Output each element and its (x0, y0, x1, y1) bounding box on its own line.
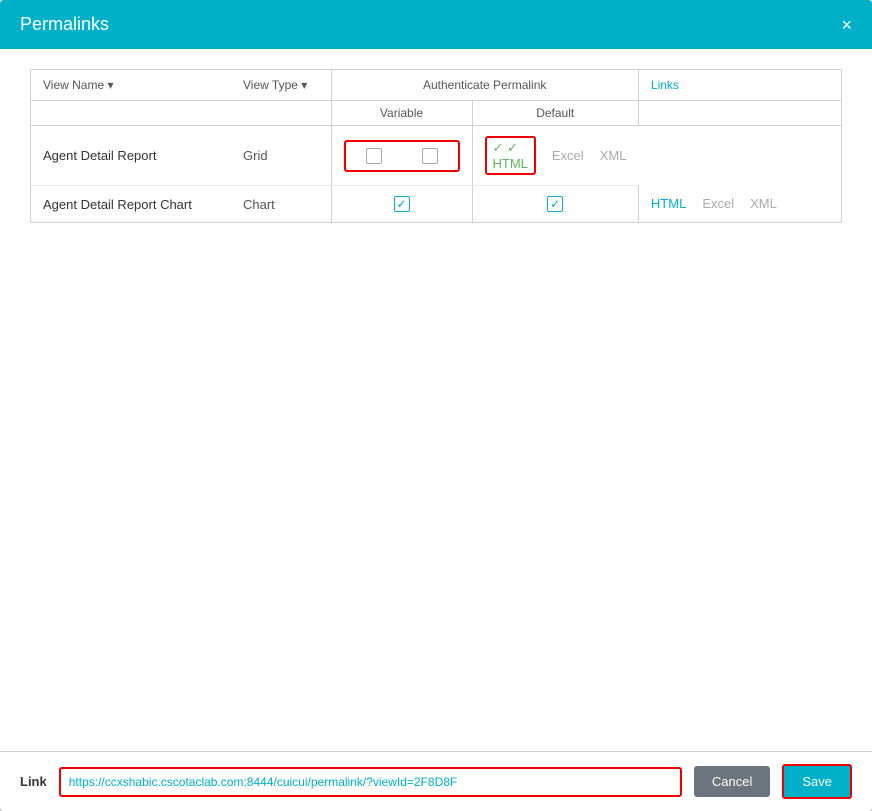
row2-default-cell: ✓ (472, 186, 638, 223)
col-header-variable: Variable (331, 101, 472, 126)
sort-icon: ▾ (301, 78, 307, 92)
col-header-view-name[interactable]: View Name ▾ (31, 70, 231, 101)
row2-excel-link[interactable]: Excel (702, 196, 734, 211)
col-header-default: Default (472, 101, 638, 126)
row1-links-cell: ✓ HTML Excel XML (472, 126, 638, 186)
link-input[interactable] (59, 767, 682, 797)
permalinks-table-container: View Name ▾ View Type ▾ Authenticate Per… (30, 69, 842, 223)
row1-excel-link[interactable]: Excel (552, 148, 584, 163)
row1-view-type: Grid (231, 126, 331, 186)
table-row: Agent Detail Report Chart Chart ✓ ✓ (31, 186, 841, 223)
row2-links-cell: HTML Excel XML (638, 186, 841, 223)
dialog-title: Permalinks (20, 14, 109, 35)
table-subheader-row: Variable Default (31, 101, 841, 126)
table-row: Agent Detail Report Grid (31, 126, 841, 186)
row1-variable-cell (331, 126, 472, 186)
row2-view-name: Agent Detail Report Chart (31, 186, 231, 223)
row1-html-highlight: ✓ HTML (485, 136, 536, 175)
permalinks-table: View Name ▾ View Type ▾ Authenticate Per… (31, 70, 841, 222)
dialog-header: Permalinks × (0, 0, 872, 49)
col-header-view-type[interactable]: View Type ▾ (231, 70, 331, 101)
cancel-button[interactable]: Cancel (694, 766, 770, 797)
save-button[interactable]: Save (782, 764, 852, 799)
row2-view-type: Chart (231, 186, 331, 223)
row2-xml-link[interactable]: XML (750, 196, 777, 211)
row1-variable-checkbox[interactable] (366, 148, 382, 164)
sort-icon: ▾ (107, 78, 113, 92)
dialog-body: View Name ▾ View Type ▾ Authenticate Per… (0, 49, 872, 751)
row1-view-name: Agent Detail Report (31, 126, 231, 186)
checkmark-icon: ✓ (507, 140, 518, 155)
row2-html-link[interactable]: HTML (651, 196, 686, 211)
dialog-footer: Link Cancel Save (0, 751, 872, 811)
row1-html-link[interactable]: ✓ HTML (493, 140, 528, 171)
table-header-row: View Name ▾ View Type ▾ Authenticate Per… (31, 70, 841, 101)
row2-variable-checkbox[interactable]: ✓ (394, 196, 410, 212)
table-body: Agent Detail Report Grid (31, 126, 841, 223)
col-header-authenticate: Authenticate Permalink (331, 70, 638, 101)
link-label: Link (20, 774, 47, 789)
row1-xml-link[interactable]: XML (600, 148, 627, 163)
row1-default-checkbox[interactable] (422, 148, 438, 164)
row1-auth-highlight (344, 140, 460, 172)
row2-default-checkbox[interactable]: ✓ (547, 196, 563, 212)
close-button[interactable]: × (841, 16, 852, 34)
col-header-links: Links (638, 70, 841, 101)
row2-variable-cell: ✓ (331, 186, 472, 223)
permalinks-dialog: Permalinks × View Name ▾ View Type ▾ (0, 0, 872, 811)
